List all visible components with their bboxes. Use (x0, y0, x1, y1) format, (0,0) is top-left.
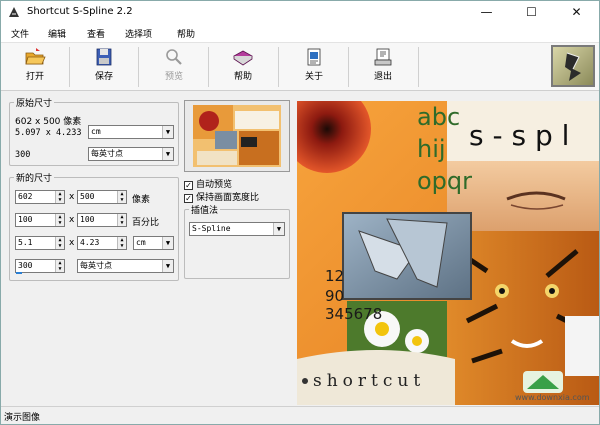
original-unit-select[interactable]: cm ▼ (88, 125, 174, 139)
preview-text-hij: hij (417, 135, 446, 163)
save-button[interactable]: 保存 (74, 46, 134, 88)
checkmark-icon: ✓ (184, 181, 193, 190)
exit-button[interactable]: 退出 (353, 46, 413, 88)
checkmark-icon: ✓ (184, 194, 193, 203)
spinner-arrows-icon[interactable]: ▲ ▼ (55, 214, 64, 226)
toolbar: 打开 保存 预览 帮助 关于 退出 (1, 42, 599, 91)
toolbar-separator (208, 47, 209, 87)
minimize-button[interactable]: — (464, 1, 509, 24)
times-label: x (69, 192, 75, 202)
help-book-icon (233, 50, 253, 66)
title-bar: Shortcut S-Spline 2.2 — ☐ ✕ (1, 1, 599, 24)
menu-view[interactable]: 查看 (87, 27, 105, 40)
navigator-thumbnail[interactable] (184, 100, 290, 172)
spinner-arrows-icon[interactable]: ▲ ▼ (117, 191, 126, 203)
menu-edit[interactable]: 编辑 (48, 27, 66, 40)
auto-preview-checkbox[interactable]: ✓ 自动预览 (184, 177, 232, 190)
chevron-down-icon: ▼ (162, 260, 173, 272)
pixels-unit-label: 像素 (132, 195, 151, 205)
new-height-pixels-input[interactable]: 500 ▲ ▼ (77, 190, 127, 204)
about-icon (307, 48, 321, 66)
original-size-legend: 原始尺寸 (16, 99, 53, 109)
help-button[interactable]: 帮助 (213, 46, 273, 88)
preview-image[interactable]: abc hij opqr s - s p l 12 90 345678 shor… (297, 101, 599, 405)
original-size: 5.097 x 4.233 (15, 128, 82, 138)
times-label: x (69, 238, 75, 248)
app-icon (9, 7, 19, 17)
keep-aspect-checkbox[interactable]: ✓ 保持画面宽度比 (184, 190, 259, 203)
original-resolution-unit-select[interactable]: 每英寸点 ▼ (88, 147, 174, 161)
menu-help[interactable]: 帮助 (177, 27, 195, 40)
menu-bar: 文件 编辑 查看 选择项 帮助 (1, 24, 599, 42)
spinner-arrows-icon[interactable]: ▲ ▼ (55, 237, 64, 249)
new-height-cm-input[interactable]: 4.23 ▲ ▼ (77, 236, 127, 250)
shortcut-logo (551, 45, 595, 87)
new-width-cm-input[interactable]: 5.1 ▲ ▼ (15, 236, 65, 250)
close-button[interactable]: ✕ (554, 1, 599, 24)
open-button[interactable]: 打开 (5, 46, 65, 88)
toolbar-separator (418, 47, 419, 87)
toolbar-separator (278, 47, 279, 87)
watermark-text: www.downxia.com (515, 393, 590, 402)
thumbnail-image (193, 105, 281, 167)
interpolation-legend: 插值法 (191, 206, 219, 216)
spinner-arrows-icon[interactable]: ▲ ▼ (55, 191, 64, 203)
spinner-arrows-icon[interactable]: ▲ ▼ (55, 260, 64, 272)
percent-unit-label: 百分比 (132, 218, 160, 228)
preview-text-nums3: 345678 (325, 305, 383, 323)
preview-text-opqr: opqr (417, 167, 473, 195)
new-width-percent-input[interactable]: 100 ▲ ▼ (15, 213, 65, 227)
folder-open-icon (25, 48, 46, 65)
new-height-percent-input[interactable]: 100 ▲ ▼ (77, 213, 127, 227)
chevron-down-icon: ▼ (273, 223, 284, 235)
watermark-logo (523, 371, 563, 393)
about-button[interactable]: 关于 (284, 46, 344, 88)
spinner-arrows-icon[interactable]: ▲ ▼ (117, 237, 126, 249)
new-resolution-unit-select[interactable]: 每英寸点 ▼ (77, 259, 174, 273)
preview-text-abc: abc (417, 103, 461, 131)
chevron-down-icon: ▼ (162, 237, 173, 249)
exit-icon (374, 48, 392, 66)
preview-text-sspl: s - s p l (469, 119, 570, 152)
toolbar-separator (69, 47, 70, 87)
spinner-arrows-icon[interactable]: ▲ ▼ (117, 214, 126, 226)
toolbar-separator (348, 47, 349, 87)
preview-text-nums1: 12 (325, 267, 345, 285)
new-size-unit-select[interactable]: cm ▼ (133, 236, 174, 250)
magnifier-icon (166, 49, 182, 65)
chevron-down-icon: ▼ (162, 126, 173, 138)
interpolation-select[interactable]: S-Spline ▼ (189, 222, 285, 236)
preview-text-nums2: 90 (325, 287, 345, 305)
preview-button[interactable]: 预览 (144, 46, 204, 88)
status-bar: 演示图像 (1, 406, 599, 424)
app-window: Shortcut S-Spline 2.2 — ☐ ✕ 文件 编辑 查看 选择项… (0, 0, 600, 425)
new-resolution-input[interactable]: 300 ▲ ▼ (15, 259, 65, 273)
shortcut-logo-icon (565, 52, 581, 81)
toolbar-separator (138, 47, 139, 87)
window-title: Shortcut S-Spline 2.2 (27, 6, 133, 17)
original-resolution: 300 (15, 150, 31, 160)
input-focus-indicator (16, 272, 22, 274)
new-size-legend: 新的尺寸 (16, 174, 53, 184)
interpolation-group: 插值法 (184, 203, 290, 279)
menu-file[interactable]: 文件 (11, 27, 29, 40)
times-label: x (69, 215, 75, 225)
preview-text-brand: shortcut (313, 371, 426, 391)
new-width-pixels-input[interactable]: 602 ▲ ▼ (15, 190, 65, 204)
chevron-down-icon: ▼ (162, 148, 173, 160)
original-pixels: 602 x 500 像素 (15, 117, 82, 127)
maximize-button[interactable]: ☐ (509, 1, 554, 24)
save-icon (96, 48, 112, 66)
menu-options[interactable]: 选择项 (125, 27, 152, 40)
status-text: 演示图像 (4, 413, 41, 423)
